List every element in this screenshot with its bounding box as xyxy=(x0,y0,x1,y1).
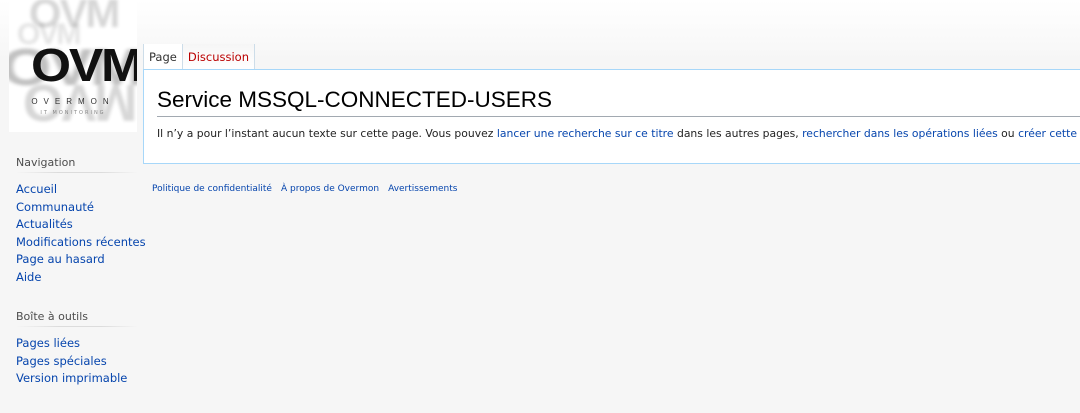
sidebar-item-actualites[interactable]: Actualités xyxy=(16,216,138,234)
footer-disclaimers-link[interactable]: Avertissements xyxy=(388,184,457,194)
footer-about-link[interactable]: À propos de Overmon xyxy=(281,184,379,194)
sidebar-navigation-list: Accueil Communauté Actualités Modificati… xyxy=(16,181,146,287)
tab-page-label[interactable]: Page xyxy=(149,50,177,64)
sidebar-item-link[interactable]: Actualités xyxy=(16,217,73,231)
namespace-tabs: Page Discussion xyxy=(143,44,255,70)
logo-tagline: OVERMON xyxy=(31,97,115,106)
wiki-page: OVM OVM OVM OVM OVM OVERMON IT MONITORIN… xyxy=(0,0,1080,413)
sidebar-item-pages-liees[interactable]: Pages liées xyxy=(16,335,138,353)
sidebar-item-link[interactable]: Modifications récentes xyxy=(16,235,146,249)
footer-links: Politique de confidentialité À propos de… xyxy=(152,184,457,194)
sidebar-item-aide[interactable]: Aide xyxy=(16,269,138,287)
sidebar-item-link[interactable]: Communauté xyxy=(16,200,94,214)
sidebar-item-link[interactable]: Page au hasard xyxy=(16,252,105,266)
title-divider xyxy=(157,116,1080,117)
logo-tagline-sub: IT MONITORING xyxy=(40,110,106,116)
notice-text: Il n’y a pour l’instant aucun texte sur … xyxy=(157,127,497,140)
tab-discussion[interactable]: Discussion xyxy=(182,44,255,70)
sidebar-item-communaute[interactable]: Communauté xyxy=(16,199,138,217)
sidebar-navigation-heading: Navigation xyxy=(16,156,138,173)
create-page-link[interactable]: créer cette page xyxy=(1018,127,1080,140)
sidebar-toolbox-list: Pages liées Pages spéciales Version impr… xyxy=(16,335,138,388)
tab-discussion-label[interactable]: Discussion xyxy=(188,50,249,64)
tab-page[interactable]: Page xyxy=(143,44,183,70)
sidebar-item-accueil[interactable]: Accueil xyxy=(16,181,138,199)
sidebar-item-link[interactable]: Version imprimable xyxy=(16,371,127,385)
site-logo[interactable]: OVM OVM OVM OVM OVM OVERMON IT MONITORIN… xyxy=(9,0,137,132)
search-related-logs-link[interactable]: rechercher dans les opérations liées xyxy=(802,127,998,140)
sidebar-item-page-au-hasard[interactable]: Page au hasard xyxy=(16,251,138,269)
sidebar-item-version-imprimable[interactable]: Version imprimable xyxy=(16,370,138,388)
sidebar-item-pages-speciales[interactable]: Pages spéciales xyxy=(16,353,138,371)
notice-text: dans les autres pages, xyxy=(673,127,803,140)
sidebar-item-link[interactable]: Pages spéciales xyxy=(16,354,107,368)
logo-ghost-text: OVM xyxy=(28,0,120,36)
search-title-link[interactable]: lancer une recherche sur ce titre xyxy=(497,127,674,140)
page-title: Service MSSQL-CONNECTED-USERS xyxy=(157,87,553,112)
sidebar-navigation: Navigation Accueil Communauté Actualités… xyxy=(16,156,146,287)
sidebar-item-modifications-recentes[interactable]: Modifications récentes xyxy=(16,234,146,252)
sidebar-toolbox: Boîte à outils Pages liées Pages spécial… xyxy=(16,310,138,388)
logo-main-text: OVM xyxy=(31,39,137,91)
sidebar-item-link[interactable]: Accueil xyxy=(16,182,57,196)
content-area: Service MSSQL-CONNECTED-USERS Il n’y a p… xyxy=(143,69,1080,164)
no-text-notice: Il n’y a pour l’instant aucun texte sur … xyxy=(157,127,1080,140)
sidebar-item-link[interactable]: Aide xyxy=(16,270,41,284)
sidebar-toolbox-heading: Boîte à outils xyxy=(16,310,138,327)
notice-text: ou xyxy=(997,127,1019,140)
footer-privacy-link[interactable]: Politique de confidentialité xyxy=(152,184,272,194)
sidebar-item-link[interactable]: Pages liées xyxy=(16,336,80,350)
